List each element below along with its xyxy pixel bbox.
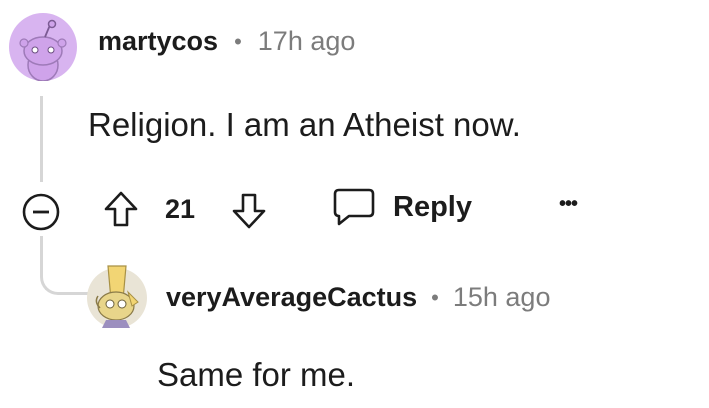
reply-avatar[interactable] — [86, 262, 148, 330]
separator-dot: • — [431, 284, 439, 310]
avatar[interactable] — [9, 13, 77, 82]
collapse-minus-icon — [22, 193, 60, 231]
comment-body: Religion. I am an Atheist now. — [88, 106, 521, 143]
reply-connector — [40, 236, 89, 295]
reply-username[interactable]: veryAverageCactus — [166, 282, 417, 313]
upvote-button[interactable] — [101, 188, 141, 230]
snoo-avatar-icon — [9, 13, 77, 82]
arrow-up-icon — [104, 191, 138, 227]
separator-dot: • — [234, 28, 242, 54]
comment-header: martycos • 17h ago — [98, 26, 355, 57]
collapse-button[interactable] — [21, 192, 61, 232]
arrow-down-icon — [232, 193, 266, 229]
reply-button[interactable]: Reply — [331, 186, 472, 228]
timestamp[interactable]: 17h ago — [258, 26, 356, 57]
reply-body: Same for me. — [157, 356, 356, 393]
speech-bubble-icon — [333, 188, 375, 226]
reply-timestamp[interactable]: 15h ago — [453, 282, 551, 313]
thread-line[interactable] — [40, 96, 43, 182]
username[interactable]: martycos — [98, 26, 218, 57]
reply-label: Reply — [393, 190, 472, 223]
vote-count: 21 — [165, 194, 196, 224]
more-options-button[interactable]: ••• — [559, 193, 578, 216]
cactus-avatar-icon — [87, 265, 147, 328]
reply-header: veryAverageCactus • 15h ago — [166, 282, 550, 313]
downvote-button[interactable] — [229, 190, 269, 232]
